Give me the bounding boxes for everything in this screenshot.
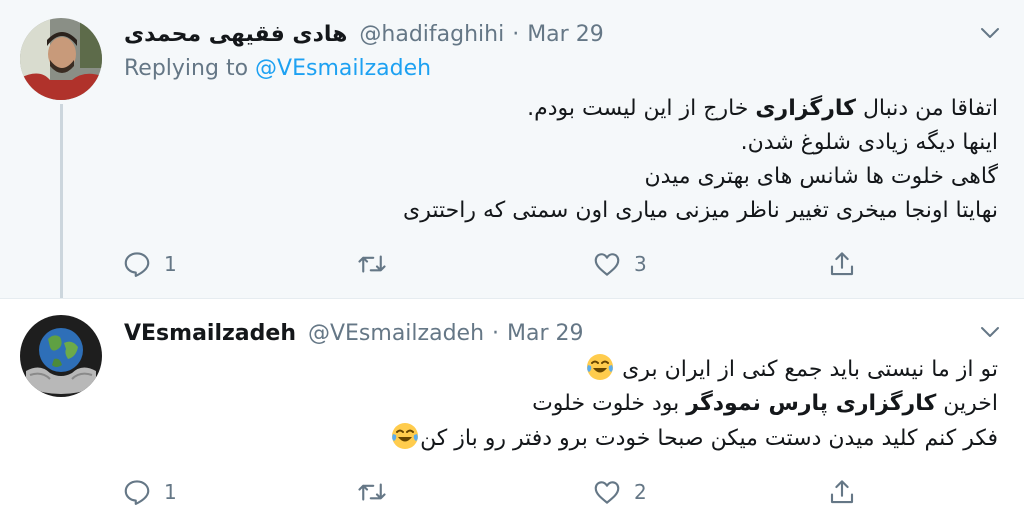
face-with-tears-of-joy-emoji-icon — [392, 423, 419, 449]
replying-to-link[interactable]: @VEsmailzadeh — [255, 56, 431, 81]
like-count: 2 — [634, 480, 647, 504]
face-with-tears-of-joy-emoji-icon — [587, 354, 614, 380]
display-name[interactable]: VEsmailzadeh — [124, 321, 296, 346]
retweet-button[interactable] — [357, 247, 399, 281]
retweet-icon — [358, 255, 386, 273]
avatar[interactable] — [20, 315, 102, 397]
heart-icon — [594, 253, 620, 276]
tweet-text-line: اینها دیگه زیادی شلوغ شدن. — [740, 130, 998, 155]
reply-count: 1 — [164, 252, 177, 276]
like-count: 3 — [634, 252, 647, 276]
like-button[interactable]: 3 — [592, 247, 647, 281]
user-handle[interactable]: @VEsmailzadeh — [308, 321, 484, 346]
reply-button[interactable]: 1 — [122, 247, 177, 281]
tweet-header: VEsmailzadeh @VEsmailzadeh · Mar 29 — [124, 316, 584, 350]
avatar-photo-icon — [20, 18, 102, 100]
chevron-down-icon — [981, 327, 999, 337]
heart-icon — [594, 481, 620, 504]
chevron-down-icon — [981, 28, 999, 38]
share-button[interactable] — [827, 247, 857, 281]
avatar[interactable] — [20, 18, 102, 100]
thread-connector-line — [60, 104, 63, 305]
share-icon — [830, 252, 854, 276]
tweet-menu-button[interactable] — [978, 320, 1002, 344]
tweet-text-line: نهایتا اونجا میخری تغییر ناظر میزنی میار… — [403, 198, 998, 223]
tweet-text-line: فکر کنم کلید میدن دستت میکن صبحا خودت بر… — [390, 421, 998, 456]
separator-dot: · — [512, 21, 520, 47]
tweet-text-line: تو از ما نیستی باید جمع کنی از ایران بری — [390, 352, 998, 387]
tweet-date[interactable]: Mar 29 — [527, 22, 604, 47]
like-button[interactable]: 2 — [592, 475, 647, 509]
reply-icon — [124, 252, 150, 277]
display-name[interactable]: هادی فقیهی محمدی — [124, 22, 347, 47]
share-icon — [830, 480, 854, 504]
tweet-text: اتفاقا من دنبال کارگزاری خارج از این لیس… — [403, 92, 998, 228]
tweet-text-line: اخرین کارگزاری پارس نمودگر بود خلوت خلوت — [532, 391, 998, 416]
tweet-actions: 1 2 — [0, 475, 1024, 509]
retweet-icon — [358, 483, 386, 501]
replying-to: Replying to @VEsmailzadeh — [124, 56, 431, 81]
retweet-button[interactable] — [357, 475, 399, 509]
replying-to-label: Replying to — [124, 56, 249, 81]
tweet-actions: 1 3 — [0, 247, 1024, 281]
reply-button[interactable]: 1 — [122, 475, 177, 509]
separator-dot: · — [492, 320, 500, 346]
tweet-header: هادی فقیهی محمدی @hadifaghihi · Mar 29 — [124, 17, 604, 51]
tweet-text: تو از ما نیستی باید جمع کنی از ایران بری… — [390, 352, 998, 456]
tweet-text-line: گاهی خلوت ها شانس های بهتری میدن — [644, 164, 998, 189]
globe-in-hands-avatar-icon — [20, 315, 102, 397]
share-button[interactable] — [827, 475, 857, 509]
tweet-date[interactable]: Mar 29 — [507, 321, 584, 346]
user-handle[interactable]: @hadifaghihi — [359, 22, 504, 47]
reply-icon — [124, 480, 150, 505]
tweet-text-line: اتفاقا من دنبال کارگزاری خارج از این لیس… — [527, 96, 998, 121]
tweet-menu-button[interactable] — [978, 21, 1002, 45]
reply-count: 1 — [164, 480, 177, 504]
